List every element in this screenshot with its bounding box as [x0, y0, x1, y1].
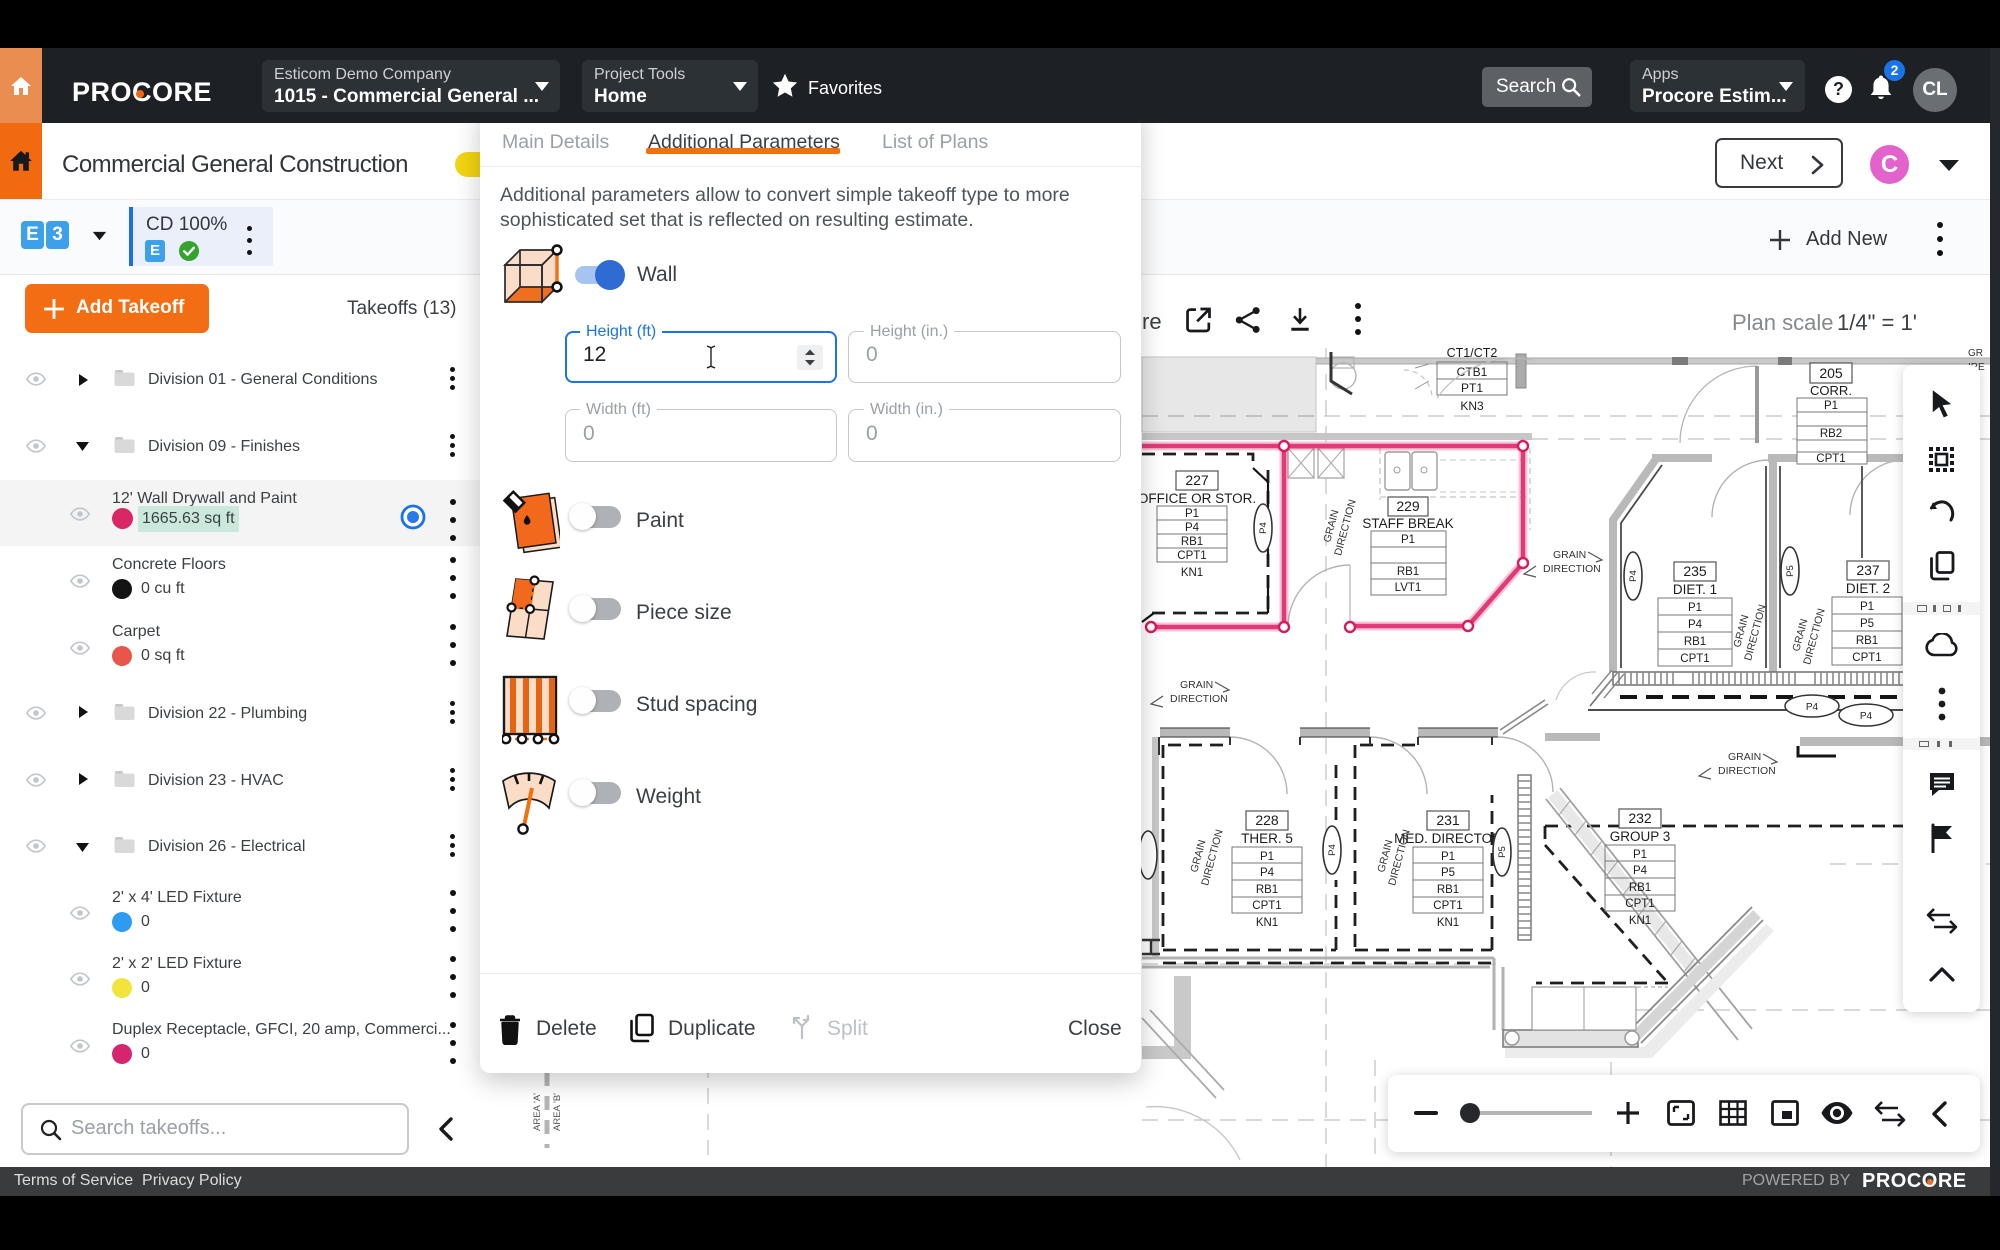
svg-text:P1: P1 — [1824, 400, 1838, 412]
svg-text:P4: P4 — [1633, 865, 1648, 877]
svg-text:P4: P4 — [1628, 570, 1639, 582]
svg-text:RB1: RB1 — [1629, 882, 1651, 894]
svg-text:RB1: RB1 — [1397, 566, 1419, 578]
svg-text:AREA 'B': AREA 'B' — [552, 1093, 563, 1131]
svg-text:DIET. 1: DIET. 1 — [1673, 582, 1717, 597]
svg-text:P5: P5 — [1441, 867, 1455, 879]
svg-text:P1: P1 — [1860, 601, 1874, 613]
svg-text:GROUP 3: GROUP 3 — [1610, 829, 1671, 844]
svg-text:CT1/CT2: CT1/CT2 — [1447, 348, 1498, 360]
svg-text:RB1: RB1 — [1181, 536, 1203, 548]
svg-text:228: 228 — [1255, 812, 1279, 828]
svg-text:PT1: PT1 — [1461, 381, 1483, 395]
svg-text:KN1: KN1 — [1629, 915, 1651, 927]
svg-text:P4: P4 — [1258, 522, 1269, 534]
svg-text:P4: P4 — [1688, 619, 1703, 631]
svg-text:GR: GR — [1968, 348, 1983, 359]
svg-text:205: 205 — [1819, 365, 1843, 381]
svg-text:LVT1: LVT1 — [1395, 582, 1422, 594]
svg-text:CORR.: CORR. — [1810, 383, 1852, 398]
svg-text:229: 229 — [1396, 498, 1420, 514]
svg-text:KN1: KN1 — [1181, 567, 1203, 579]
svg-text:CPT1: CPT1 — [1177, 550, 1206, 562]
svg-text:P4: P4 — [1260, 867, 1275, 879]
svg-text:CTB1: CTB1 — [1457, 365, 1488, 379]
svg-text:GRAIN: GRAIN — [1553, 549, 1586, 561]
svg-text:DIET. 2: DIET. 2 — [1846, 581, 1890, 596]
svg-text:STAFF BREAK: STAFF BREAK — [1362, 516, 1453, 531]
svg-text:P1: P1 — [1688, 602, 1702, 614]
svg-text:P1: P1 — [1401, 534, 1415, 546]
svg-text:GRAIN: GRAIN — [1728, 751, 1761, 763]
svg-text:CPT1: CPT1 — [1433, 900, 1462, 912]
svg-text:232: 232 — [1628, 810, 1652, 826]
svg-text:GRAIN: GRAIN — [1180, 679, 1213, 691]
svg-text:P4: P4 — [1185, 522, 1200, 534]
svg-text:RB2: RB2 — [1820, 428, 1842, 440]
svg-text:THER. 5: THER. 5 — [1241, 831, 1293, 846]
svg-text:237: 237 — [1856, 562, 1880, 578]
svg-text:DIRECTION: DIRECTION — [1718, 765, 1776, 777]
svg-text:CPT1: CPT1 — [1680, 653, 1709, 665]
svg-text:CPT1: CPT1 — [1252, 900, 1281, 912]
svg-text:RB1: RB1 — [1684, 636, 1706, 648]
svg-text:P1: P1 — [1185, 508, 1199, 520]
svg-text:P4: P4 — [1327, 844, 1338, 856]
svg-text:235: 235 — [1683, 563, 1707, 579]
svg-text:P1: P1 — [1633, 849, 1647, 861]
svg-text:DIRECTION: DIRECTION — [1170, 693, 1228, 705]
svg-text:P5: P5 — [1860, 618, 1874, 630]
svg-text:P4: P4 — [1860, 711, 1873, 722]
svg-text:KN3: KN3 — [1460, 399, 1484, 413]
svg-text:227: 227 — [1185, 472, 1209, 488]
svg-text:KN1: KN1 — [1437, 917, 1459, 929]
svg-text:OFFICE OR STOR.: OFFICE OR STOR. — [1138, 491, 1256, 506]
svg-text:231: 231 — [1436, 812, 1460, 828]
svg-text:AREA 'A': AREA 'A' — [532, 1093, 543, 1131]
svg-text:P5: P5 — [1497, 846, 1508, 858]
svg-text:DIRECTION: DIRECTION — [1543, 563, 1601, 575]
svg-text:CPT1: CPT1 — [1816, 453, 1845, 465]
svg-text:P1: P1 — [1441, 851, 1455, 863]
svg-text:KN1: KN1 — [1256, 917, 1278, 929]
svg-text:RB1: RB1 — [1437, 884, 1459, 896]
svg-text:CPT1: CPT1 — [1625, 898, 1654, 910]
svg-text:P4: P4 — [1806, 702, 1819, 713]
svg-text:P5: P5 — [1785, 565, 1796, 577]
svg-text:RB1: RB1 — [1256, 884, 1278, 896]
svg-text:P1: P1 — [1260, 851, 1274, 863]
svg-text:CPT1: CPT1 — [1852, 652, 1881, 664]
svg-text:RB1: RB1 — [1856, 635, 1878, 647]
